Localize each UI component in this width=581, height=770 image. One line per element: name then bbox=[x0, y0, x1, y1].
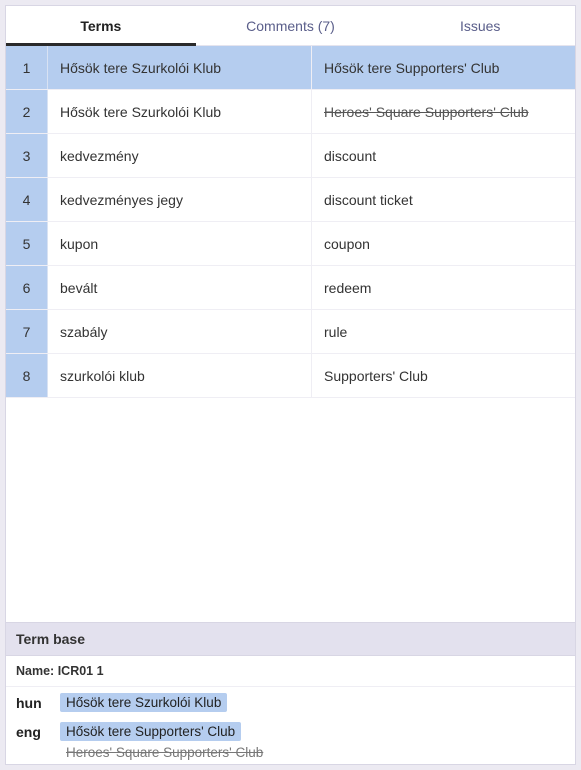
term-chip[interactable]: Heroes' Square Supporters' Club bbox=[60, 745, 269, 760]
target-cell[interactable]: Hősök tere Supporters' Club bbox=[312, 46, 575, 89]
tab-bar: Terms Comments (7) Issues bbox=[6, 6, 575, 46]
target-cell[interactable]: redeem bbox=[312, 266, 575, 309]
row-number: 5 bbox=[6, 222, 48, 265]
lang-code: eng bbox=[16, 722, 60, 740]
termbase-panel: Term base Name: ICR01 1 hunHősök tere Sz… bbox=[6, 622, 575, 764]
term-chip-list: Hősök tere Szurkolói Klub bbox=[60, 693, 227, 712]
tab-terms[interactable]: Terms bbox=[6, 6, 196, 45]
lang-line: hunHősök tere Szurkolói Klub bbox=[6, 687, 575, 716]
table-row[interactable]: 6beváltredeem bbox=[6, 266, 575, 310]
source-cell[interactable]: bevált bbox=[48, 266, 312, 309]
target-cell[interactable]: Supporters' Club bbox=[312, 354, 575, 397]
termbase-name-line: Name: ICR01 1 bbox=[6, 656, 575, 687]
table-row[interactable]: 4kedvezményes jegydiscount ticket bbox=[6, 178, 575, 222]
tab-comments-label: Comments (7) bbox=[246, 18, 335, 34]
row-number: 2 bbox=[6, 90, 48, 133]
tab-terms-label: Terms bbox=[80, 18, 121, 34]
source-cell[interactable]: Hősök tere Szurkolói Klub bbox=[48, 46, 312, 89]
row-number: 6 bbox=[6, 266, 48, 309]
table-row[interactable]: 8szurkolói klubSupporters' Club bbox=[6, 354, 575, 398]
table-row[interactable]: 1Hősök tere Szurkolói KlubHősök tere Sup… bbox=[6, 46, 575, 90]
tab-comments[interactable]: Comments (7) bbox=[196, 6, 386, 45]
source-cell[interactable]: szabály bbox=[48, 310, 312, 353]
termbase-header: Term base bbox=[6, 623, 575, 656]
term-chip-list: Hősök tere Supporters' Club Heroes' Squar… bbox=[60, 722, 269, 760]
lang-line: engHősök tere Supporters' Club Heroes' Sq… bbox=[6, 716, 575, 764]
term-chip[interactable]: Hősök tere Supporters' Club bbox=[60, 722, 241, 741]
target-cell[interactable]: coupon bbox=[312, 222, 575, 265]
source-cell[interactable]: kedvezményes jegy bbox=[48, 178, 312, 221]
term-chip[interactable]: Hősök tere Szurkolói Klub bbox=[60, 693, 227, 712]
table-row[interactable]: 2Hősök tere Szurkolói KlubHeroes' Square… bbox=[6, 90, 575, 134]
table-row[interactable]: 7szabályrule bbox=[6, 310, 575, 354]
tab-issues-label: Issues bbox=[460, 18, 500, 34]
row-number: 7 bbox=[6, 310, 48, 353]
tab-issues[interactable]: Issues bbox=[385, 6, 575, 45]
row-number: 4 bbox=[6, 178, 48, 221]
target-cell[interactable]: Heroes' Square Supporters' Club bbox=[312, 90, 575, 133]
row-number: 3 bbox=[6, 134, 48, 177]
terms-table: 1Hősök tere Szurkolói KlubHősök tere Sup… bbox=[6, 46, 575, 622]
termbase-name-label: Name: bbox=[16, 664, 54, 678]
termbase-lang-list: hunHősök tere Szurkolói KlubengHősök ter… bbox=[6, 687, 575, 764]
table-row[interactable]: 5kuponcoupon bbox=[6, 222, 575, 266]
table-row[interactable]: 3kedvezménydiscount bbox=[6, 134, 575, 178]
source-cell[interactable]: szurkolói klub bbox=[48, 354, 312, 397]
target-cell[interactable]: discount ticket bbox=[312, 178, 575, 221]
target-cell[interactable]: rule bbox=[312, 310, 575, 353]
lang-code: hun bbox=[16, 693, 60, 711]
main-panel: Terms Comments (7) Issues 1Hősök tere Sz… bbox=[5, 5, 576, 765]
source-cell[interactable]: kedvezmény bbox=[48, 134, 312, 177]
termbase-name-value: ICR01 1 bbox=[58, 664, 104, 678]
row-number: 1 bbox=[6, 46, 48, 89]
app-frame: Terms Comments (7) Issues 1Hősök tere Sz… bbox=[0, 0, 581, 770]
source-cell[interactable]: kupon bbox=[48, 222, 312, 265]
target-cell[interactable]: discount bbox=[312, 134, 575, 177]
row-number: 8 bbox=[6, 354, 48, 397]
source-cell[interactable]: Hősök tere Szurkolói Klub bbox=[48, 90, 312, 133]
